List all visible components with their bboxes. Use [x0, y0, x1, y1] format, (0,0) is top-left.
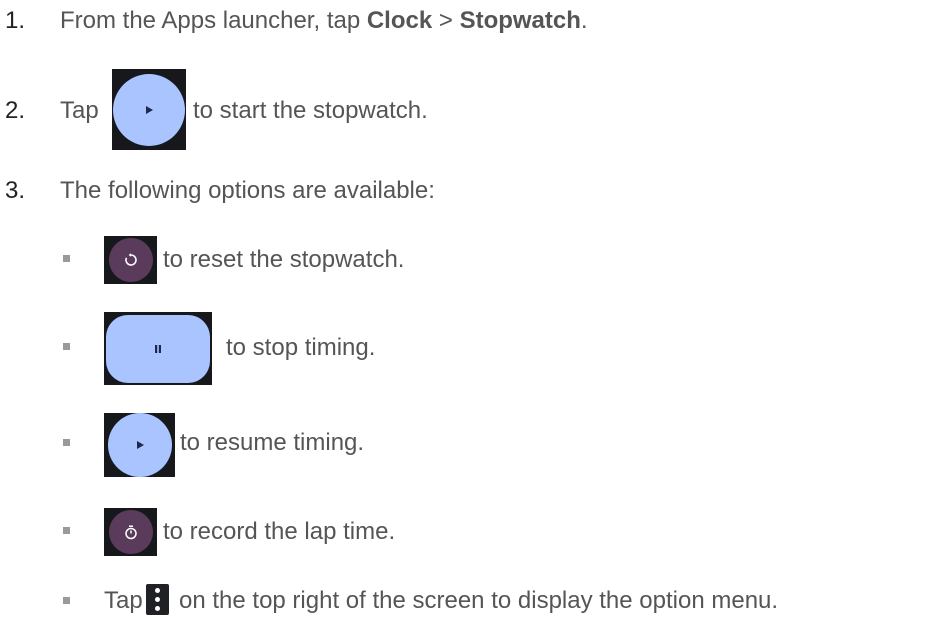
pause-button [106, 314, 210, 383]
step-3-text: The following options are available: [60, 177, 435, 204]
pause-button-image [104, 312, 212, 385]
step-1-text: From the Apps launcher, tap Clock > Stop… [60, 7, 588, 35]
reset-button [108, 238, 153, 282]
bullet [63, 255, 70, 262]
option-2-text: to stop timing. [226, 334, 376, 361]
step-2-number: 2. [5, 97, 26, 124]
play-icon [146, 105, 153, 114]
reset-button-image [104, 236, 157, 284]
lap-button [108, 510, 153, 554]
play-button [113, 73, 185, 146]
pause-icon [155, 344, 161, 353]
option-4-text: to record the lap time. [163, 518, 396, 545]
step-3-number: 3. [5, 177, 26, 204]
reset-icon [124, 253, 137, 266]
bullet [63, 439, 70, 446]
page: { "steps": [ { "number": "1.", "parts": … [0, 0, 941, 630]
bullet [63, 343, 70, 350]
step-2-post: to start the stopwatch. [193, 97, 428, 124]
play-icon [136, 441, 144, 449]
play-button-image [112, 69, 186, 150]
step-1-post: . [580, 7, 588, 34]
more-vert-icon [146, 584, 169, 615]
option-1-text: to reset the stopwatch. [163, 246, 405, 273]
option-5-text: on the top right of the screen to displa… [179, 587, 779, 614]
step-1-number: 1. [5, 7, 26, 34]
step-1-stopwatch: Stopwatch [459, 7, 581, 34]
step-2-pre: Tap [60, 97, 99, 124]
bullet [63, 527, 70, 534]
resume-button [107, 413, 172, 477]
resume-button-image [104, 413, 175, 477]
lap-timer-icon [124, 525, 137, 539]
step-1-sep: > [432, 7, 460, 34]
lap-button-image [104, 508, 157, 556]
step-1-clock: Clock [366, 7, 433, 34]
option-5-pre: Tap [104, 587, 143, 614]
option-3-text: to resume timing. [180, 429, 365, 456]
step-1-pre: From the Apps launcher, tap [60, 7, 367, 34]
bullet [63, 597, 70, 604]
